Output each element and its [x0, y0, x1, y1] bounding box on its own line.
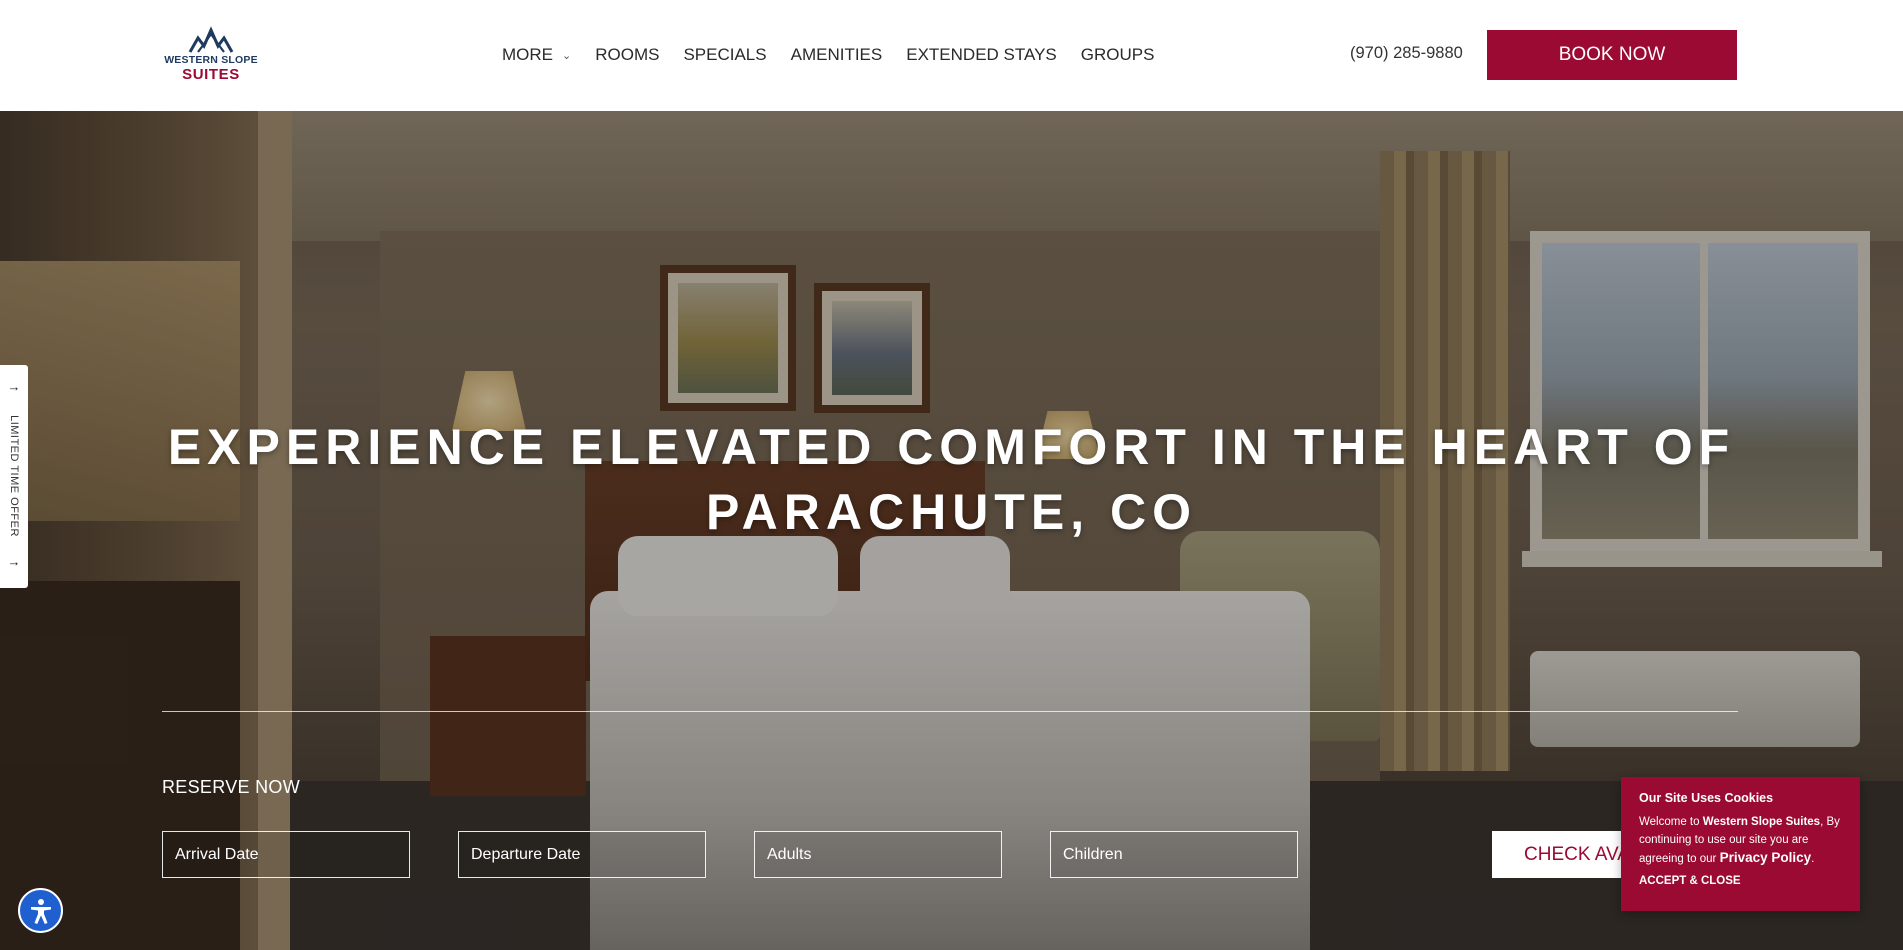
cookie-title: Our Site Uses Cookies [1639, 791, 1774, 805]
accessibility-icon [30, 898, 51, 924]
nav-item-rooms[interactable]: ROOMS [595, 45, 659, 65]
limited-time-offer-label: LIMITED TIME OFFER [8, 415, 20, 537]
site-header: WESTERN SLOPE SUITES MORE ⌄ ROOMS SPECIA… [0, 0, 1903, 111]
logo[interactable]: WESTERN SLOPE SUITES [162, 26, 260, 86]
hero-divider [162, 711, 1738, 712]
limited-time-offer-tab[interactable]: → LIMITED TIME OFFER → [0, 365, 28, 588]
nav-item-extended-stays[interactable]: EXTENDED STAYS [906, 45, 1057, 65]
cookie-brand: Western Slope Suites [1702, 816, 1821, 828]
children-field[interactable]: Children [1050, 831, 1298, 878]
chevron-down-icon: ⌄ [562, 49, 572, 62]
cookie-text-prefix: Welcome to [1639, 816, 1703, 828]
cookie-notice: Our Site Uses Cookies Welcome to Western… [1621, 777, 1860, 911]
accept-close-button[interactable]: ACCEPT & CLOSE [1639, 875, 1741, 887]
logo-text-line2: SUITES [182, 66, 240, 83]
nav-item-label: EXTENDED STAYS [906, 45, 1057, 64]
nav-item-label: GROUPS [1080, 45, 1155, 64]
hero-title-line2: PARACHUTE, CO [706, 484, 1197, 540]
nav-item-label: MORE [502, 45, 553, 64]
hero-title-line1: EXPERIENCE ELEVATED COMFORT IN THE HEART… [167, 419, 1736, 475]
hero-title: EXPERIENCE ELEVATED COMFORT IN THE HEART… [140, 415, 1763, 545]
book-now-button[interactable]: BOOK NOW [1487, 30, 1737, 80]
cookie-text: Welcome to Western Slope Suites, By cont… [1639, 813, 1844, 868]
privacy-policy-link[interactable]: Privacy Policy [1720, 850, 1812, 865]
cookie-text-end: . [1811, 853, 1815, 865]
hero-section: EXPERIENCE ELEVATED COMFORT IN THE HEART… [0, 111, 1903, 950]
main-nav: MORE ⌄ ROOMS SPECIALS AMENITIES EXTENDED… [502, 44, 1178, 66]
nav-item-label: AMENITIES [790, 45, 883, 64]
logo-text-line1: WESTERN SLOPE [164, 54, 258, 66]
departure-date-field[interactable]: Departure Date [458, 831, 706, 878]
nav-item-amenities[interactable]: AMENITIES [791, 45, 883, 65]
reserve-now-label: RESERVE NOW [162, 777, 300, 797]
adults-field[interactable]: Adults [754, 831, 1002, 878]
nav-item-more[interactable]: MORE ⌄ [502, 45, 571, 65]
mountain-logo-icon [188, 26, 234, 53]
arrival-date-field[interactable]: Arrival Date [162, 831, 410, 878]
accessibility-button[interactable] [18, 888, 63, 933]
phone-link[interactable]: (970) 285-9880 [1350, 44, 1463, 63]
nav-item-label: SPECIALS [683, 45, 767, 64]
nav-item-specials[interactable]: SPECIALS [683, 45, 766, 65]
nav-item-groups[interactable]: GROUPS [1081, 45, 1155, 65]
arrow-right-icon: → [7, 554, 21, 569]
arrow-right-icon: → [7, 379, 21, 394]
nav-item-label: ROOMS [595, 45, 660, 64]
